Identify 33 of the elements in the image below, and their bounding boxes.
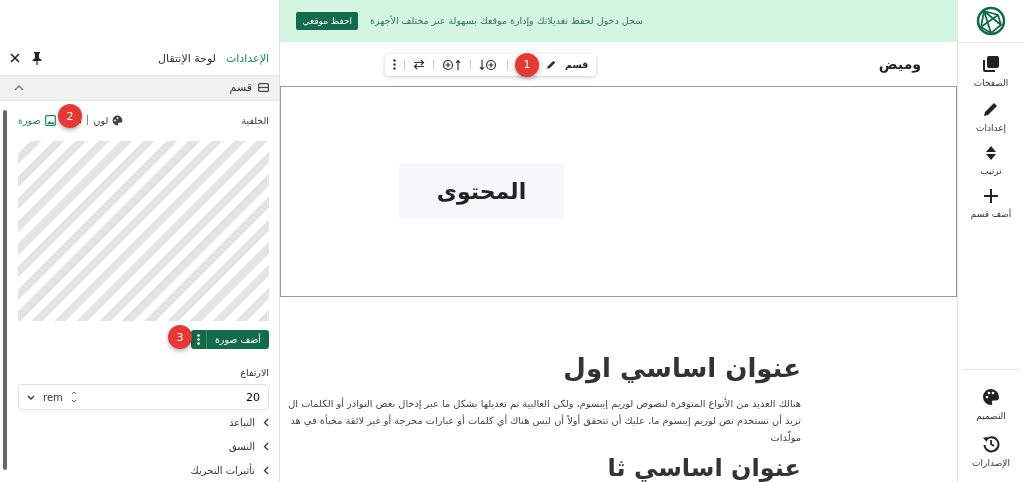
callout-badge: 3: [168, 325, 192, 349]
height-input[interactable]: rem 20: [18, 384, 269, 410]
heading: عنوان اساسي ثا: [606, 453, 801, 482]
height-label: الارتفاع: [239, 367, 269, 378]
content-block[interactable]: المحتوى: [399, 163, 564, 220]
section-title: قسم: [229, 81, 252, 95]
panel-tab[interactable]: لوحة الإنتقال: [158, 51, 216, 65]
unit-select[interactable]: rem: [41, 391, 65, 403]
image-option[interactable]: صورة: [18, 114, 56, 126]
heading: عنوان اساسي اول: [562, 352, 801, 383]
add-image-button[interactable]: أضف صورة: [206, 330, 269, 349]
save-site-button[interactable]: احفظ موقعي: [296, 11, 359, 30]
paragraph-line: مولّدات: [769, 429, 801, 445]
background-label: الخلفية: [241, 114, 269, 126]
sidebar-item[interactable]: التصميم: [962, 388, 1020, 421]
sidebar-item[interactable]: الإصدارات: [962, 435, 1020, 468]
collapsible-group[interactable]: النسق: [18, 435, 269, 458]
sidebar-item[interactable]: الصفحات: [958, 55, 1024, 88]
height-value: 20: [246, 390, 260, 404]
callout-badge: 2: [58, 104, 82, 128]
color-option[interactable]: لون: [93, 114, 124, 126]
banner-message: سجل دخول لحفظ تعديلاتك وإدارة موقعك بسهولة عبر مختلف الأجهزة: [370, 15, 643, 27]
paragraph-line: تريد أن تستخدم نص لوريم إيبسوم ما، عليك أن تتحقق أولاً أن ليس هناك أي كلمات أو عبارات محرجة أو غير لائقة مخبأة في هذ: [289, 413, 801, 429]
toolbar-label: قسم: [565, 59, 589, 71]
sidebar-item[interactable]: ترتيب: [958, 145, 1024, 176]
collapsible-group[interactable]: تأثيرات التحريك: [18, 459, 269, 482]
paragraph-line: هنالك العديد من الأنواع المتوفرة لنصوص لوريم إيبسوم، ولكن الغالبية تم تعديلها بشكل ما عبر إدخال بعض النوادر أو الكلمات ال: [287, 396, 801, 412]
panel-tab[interactable]: الإعدادات: [225, 51, 269, 65]
site-name: وميض: [878, 55, 921, 72]
callout-badge: 1: [515, 52, 539, 77]
collapsible-group[interactable]: التباعد: [18, 411, 269, 434]
sidebar-item[interactable]: أضف قسم: [958, 188, 1024, 219]
sidebar-item[interactable]: إعدادات: [958, 100, 1024, 133]
